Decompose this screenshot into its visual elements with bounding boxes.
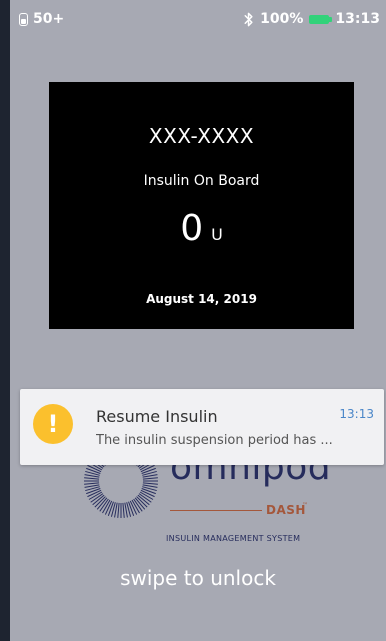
notification-count-icon [19, 12, 28, 26]
battery-percent: 100% [260, 11, 304, 27]
status-time: 13:13 [335, 11, 380, 27]
notification-title: Resume Insulin [96, 407, 218, 426]
date-label: August 14, 2019 [146, 292, 257, 306]
battery-icon [309, 14, 333, 24]
pod-id: XXX-XXXX [148, 124, 255, 148]
bluetooth-icon [244, 12, 253, 26]
status-right: 100% 13:13 [244, 11, 380, 27]
iob-unit: U [211, 225, 223, 244]
iob-value-row: 0 U [49, 208, 354, 249]
iob-value: 0 [180, 208, 204, 249]
logo-divider [170, 510, 262, 511]
logo-tagline: INSULIN MANAGEMENT SYSTEM [166, 534, 301, 543]
status-bar: 50+ 100% 13:13 [10, 0, 386, 38]
insulin-on-board-card: XXX-XXXX Insulin On Board 0 U August 14,… [49, 82, 354, 329]
swipe-to-unlock[interactable]: swipe to unlock [10, 566, 386, 590]
notification-time: 13:13 [339, 407, 374, 421]
notification-body: The insulin suspension period has ... [96, 433, 333, 448]
notification-resume-insulin[interactable]: ! Resume Insulin 13:13 The insulin suspe… [20, 389, 384, 465]
status-left: 50+ [19, 11, 64, 27]
notification-count: 50+ [33, 11, 65, 27]
exclamation-icon: ! [33, 404, 73, 444]
lock-screen[interactable]: 50+ 100% 13:13 XXX-XXXX Insulin On Board… [10, 0, 386, 641]
logo-trademark: ™ [302, 502, 308, 509]
iob-label: Insulin On Board [143, 173, 260, 189]
logo-product: DASH [266, 503, 306, 517]
